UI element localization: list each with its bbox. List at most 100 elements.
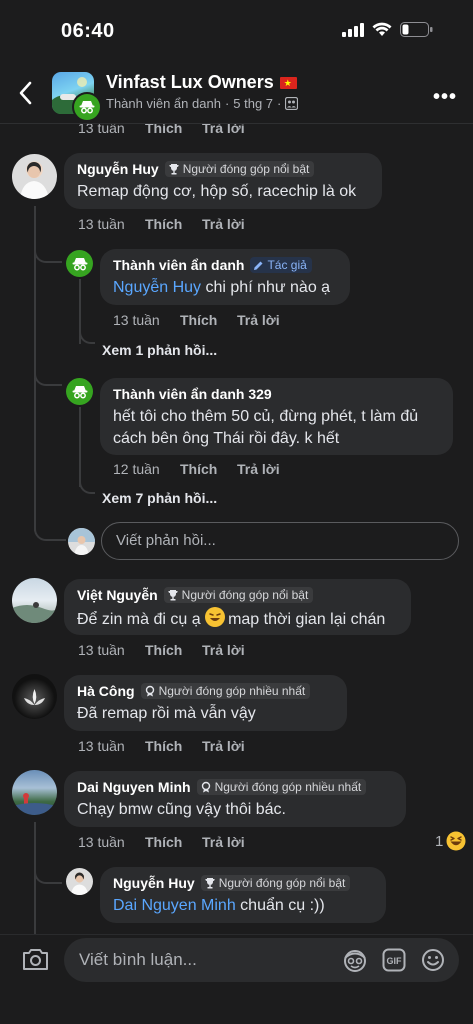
- haha-reaction-icon: [446, 831, 466, 851]
- comment-input[interactable]: Viết bình luận... GIF: [64, 938, 459, 982]
- comment-actions: 13 tuần Thích Trả lời: [78, 738, 245, 754]
- comment-composer: Viết bình luận... GIF: [0, 934, 473, 1024]
- top-contributor-badge: Người đóng góp nhiều nhất: [140, 683, 311, 699]
- anonymous-badge: [72, 92, 102, 122]
- trophy-icon: [169, 164, 179, 175]
- comment-bubble[interactable]: Nguyễn Huy Người đóng góp nổi bật Remap …: [64, 153, 382, 209]
- thread-connector: [34, 864, 62, 884]
- post-date: 5 thg 7: [233, 96, 274, 111]
- commenter-name[interactable]: Thành viên ẩn danh 329: [113, 386, 272, 402]
- thread-connector: [79, 324, 95, 344]
- more-options-icon[interactable]: •••: [433, 86, 457, 109]
- commenter-name[interactable]: Nguyễn Huy: [113, 875, 195, 891]
- comment-actions: 13 tuần Thích Trả lời: [78, 642, 245, 658]
- post-author: Thành viên ẩn danh: [106, 96, 221, 111]
- reply-button[interactable]: Trả lời: [237, 461, 280, 477]
- trophy-icon: [205, 878, 215, 889]
- anonymous-icon: [72, 257, 87, 270]
- signal-icon: [342, 22, 364, 37]
- comment-bubble[interactable]: Việt Nguyễn Người đóng góp nổi bật Để zi…: [64, 579, 411, 635]
- reply-button[interactable]: Trả lời: [202, 834, 245, 850]
- avatar[interactable]: [12, 674, 57, 719]
- commenter-name[interactable]: Nguyễn Huy: [77, 161, 159, 177]
- thread-connector: [34, 519, 66, 541]
- commenter-name[interactable]: Dai Nguyen Minh: [77, 779, 191, 795]
- like-button[interactable]: Thích: [145, 642, 202, 658]
- my-avatar: [68, 528, 95, 555]
- user-photo-icon: [71, 872, 88, 895]
- anonymous-icon: [72, 385, 87, 398]
- comment-text: Remap động cơ, hộp số, racechip là ok: [77, 183, 357, 200]
- back-arrow-icon[interactable]: [14, 78, 38, 108]
- members-icon: [285, 97, 299, 110]
- view-replies-link[interactable]: Xem 7 phản hồi...: [102, 490, 217, 506]
- group-name: Vinfast Lux Owners: [106, 72, 274, 92]
- gif-icon[interactable]: GIF: [382, 948, 406, 972]
- reply-input[interactable]: Viết phản hồi...: [101, 522, 459, 560]
- post-meta: Thành viên ẩn danh · 5 thg 7 ·: [106, 96, 299, 111]
- reaction-count: 1: [435, 832, 444, 850]
- vietnam-flag-icon: [279, 76, 297, 89]
- comments-list: 13 tuần Thích Trả lời Nguyễn Huy Người đ…: [0, 124, 473, 934]
- group-title[interactable]: Vinfast Lux Owners: [106, 72, 297, 93]
- medal-icon: [201, 781, 210, 793]
- comment-actions: 13 tuần Thích Trả lời: [78, 124, 245, 136]
- like-button[interactable]: Thích: [180, 312, 237, 328]
- avatar[interactable]: [66, 378, 93, 405]
- camera-icon[interactable]: [22, 947, 49, 971]
- comment-bubble[interactable]: Hà Công Người đóng góp nhiều nhất Đã rem…: [64, 675, 347, 731]
- reply-text: hết tôi cho thêm 50 củ, đừng phét, t làm…: [113, 408, 419, 447]
- user-photo-icon: [12, 602, 57, 623]
- like-button[interactable]: Thích: [145, 124, 202, 136]
- commenter-name[interactable]: Hà Công: [77, 683, 135, 699]
- reply-button[interactable]: Trả lời: [202, 124, 245, 136]
- group-header: Vinfast Lux Owners Thành viên ẩn danh · …: [0, 62, 473, 124]
- comment-text: Chạy bmw cũng vậy thôi bác.: [77, 801, 286, 818]
- thread-connector: [79, 474, 95, 494]
- thread-connector: [34, 364, 62, 386]
- pencil-icon: [254, 261, 263, 270]
- like-button[interactable]: Thích: [180, 461, 237, 477]
- status-icons: [342, 22, 433, 37]
- avatar-sticker-icon[interactable]: [342, 948, 368, 972]
- reply-button[interactable]: Trả lời: [237, 312, 280, 328]
- reply-button[interactable]: Trả lời: [202, 642, 245, 658]
- mention-link[interactable]: Nguyễn Huy: [113, 279, 201, 296]
- comment-text: Đã remap rồi mà vẫn vậy: [77, 705, 256, 722]
- emoji-icon[interactable]: [421, 948, 445, 972]
- top-contributor-badge: Người đóng góp nhiều nhất: [196, 779, 367, 795]
- like-button[interactable]: Thích: [145, 834, 202, 850]
- svg-text:GIF: GIF: [387, 956, 403, 966]
- like-button[interactable]: Thích: [145, 216, 202, 232]
- avatar[interactable]: [12, 770, 57, 815]
- status-time: 06:40: [61, 20, 115, 42]
- reply-button[interactable]: Trả lời: [202, 738, 245, 754]
- reply-text: chi phí như nào ạ: [201, 279, 331, 296]
- reply-bubble[interactable]: Nguyễn Huy Người đóng góp nổi bật Dai Ng…: [100, 867, 386, 923]
- avatar[interactable]: [12, 578, 57, 623]
- user-photo-icon: [68, 528, 95, 555]
- reply-bubble[interactable]: Thành viên ẩn danh 329 hết tôi cho thêm …: [100, 378, 453, 455]
- wifi-icon: [372, 22, 392, 36]
- comment-text: Để zin mà đi cụ ạ map thời gian lại chán: [77, 607, 398, 631]
- view-replies-link[interactable]: Xem 1 phản hồi...: [102, 342, 217, 358]
- avatar[interactable]: [66, 250, 93, 277]
- user-photo-icon: [20, 162, 49, 199]
- reply-actions: 12 tuần Thích Trả lời: [113, 461, 280, 477]
- avatar[interactable]: [66, 868, 93, 895]
- commenter-name[interactable]: Thành viên ẩn danh: [113, 257, 244, 273]
- medal-icon: [145, 685, 154, 697]
- mention-link[interactable]: Dai Nguyen Minh: [113, 897, 236, 914]
- author-badge: Tác giả: [250, 257, 312, 273]
- battery-icon: [400, 22, 433, 37]
- reply-actions: 13 tuần Thích Trả lời: [113, 312, 280, 328]
- like-button[interactable]: Thích: [145, 738, 202, 754]
- comment-bubble[interactable]: Dai Nguyen Minh Người đóng góp nhiều nhấ…: [64, 771, 406, 827]
- commenter-name[interactable]: Việt Nguyễn: [77, 587, 158, 603]
- comment-actions: 13 tuần Thích Trả lời: [78, 834, 245, 850]
- status-bar: 06:40: [0, 0, 473, 62]
- reply-button[interactable]: Trả lời: [202, 216, 245, 232]
- reply-bubble[interactable]: Thành viên ẩn danh Tác giả Nguyễn Huy ch…: [100, 249, 350, 305]
- avatar[interactable]: [12, 154, 57, 199]
- reaction-summary[interactable]: 1: [435, 831, 466, 851]
